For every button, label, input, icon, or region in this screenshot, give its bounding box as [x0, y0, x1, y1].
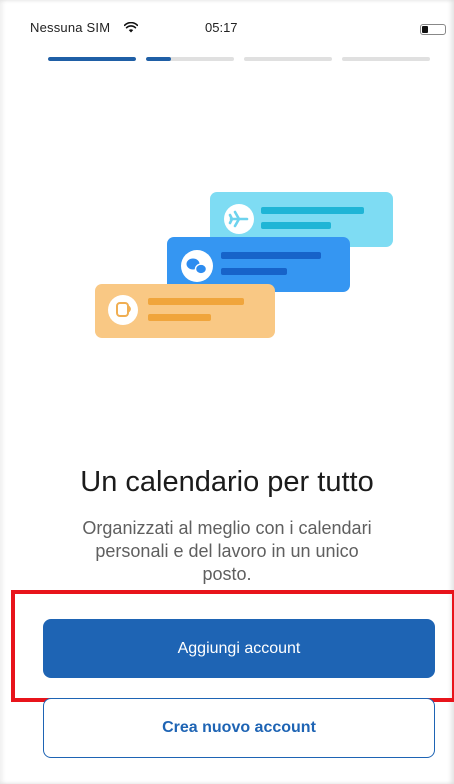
food-card — [95, 284, 275, 338]
battery-icon — [420, 24, 446, 35]
progress-step-3 — [244, 57, 332, 61]
step-progress — [48, 57, 430, 61]
create-account-button[interactable]: Crea nuovo account — [43, 698, 435, 758]
progress-step-1 — [48, 57, 136, 61]
onboarding-subtitle: Organizzati al meglio con i calendari pe… — [82, 518, 372, 584]
onboarding-title: Un calendario per tutto — [80, 466, 374, 498]
status-time: 05:17 — [205, 20, 238, 35]
onboarding-screen: Nessuna SIM 05:17 Un calendario per tutt… — [0, 0, 454, 784]
progress-step-2 — [146, 57, 234, 61]
carrier-label: Nessuna SIM — [30, 20, 111, 35]
calendar-illustration — [95, 192, 393, 338]
status-bar: Nessuna SIM 05:17 — [0, 0, 454, 40]
progress-step-4 — [342, 57, 430, 61]
add-account-button[interactable]: Aggiungi account — [43, 619, 435, 678]
social-card — [167, 237, 350, 292]
wifi-icon — [124, 22, 138, 33]
